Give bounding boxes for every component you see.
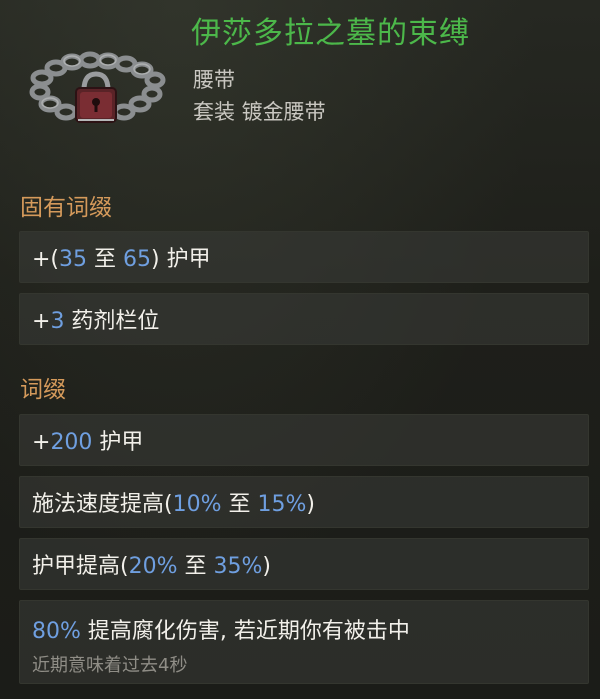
explicit-section-title: 词缀 [20, 377, 66, 403]
affix-text: +3 药剂栏位 [32, 309, 160, 334]
tooltip-header: 伊莎多拉之墓的束缚 腰带 套装 镀金腰带 [0, 0, 600, 170]
implicit-section-title: 固有词缀 [20, 195, 112, 221]
explicit-affix-armour: +200 护甲 [19, 414, 589, 466]
explicit-affix-cast-speed: 施法速度提高(10% 至 15%) [19, 476, 589, 528]
affix-text: 护甲提高(20% 至 35%) [32, 554, 271, 579]
chain-belt-with-lock-icon [29, 51, 166, 123]
item-name: 伊莎多拉之墓的束缚 [191, 16, 470, 51]
affix-text: +(35 至 65) 护甲 [32, 247, 211, 272]
implicit-affix-flask-slots: +3 药剂栏位 [19, 293, 589, 345]
explicit-affix-armour-increase: 护甲提高(20% 至 35%) [19, 538, 589, 590]
item-base-type: 套装 镀金腰带 [193, 100, 326, 124]
affix-text: +200 护甲 [32, 430, 144, 455]
item-tooltip: 伊莎多拉之墓的束缚 腰带 套装 镀金腰带 固有词缀 +(35 至 65) 护甲 … [0, 0, 600, 699]
affix-note: 近期意味着过去4秒 [32, 655, 188, 676]
item-type: 腰带 [193, 68, 235, 92]
affix-text: 施法速度提高(10% 至 15%) [32, 492, 315, 517]
implicit-affix-armour: +(35 至 65) 护甲 [19, 231, 589, 283]
affix-text: 80% 提高腐化伤害, 若近期你有被击中 [32, 619, 410, 644]
explicit-affix-corruption-damage: 80% 提高腐化伤害, 若近期你有被击中 近期意味着过去4秒 [19, 600, 589, 684]
